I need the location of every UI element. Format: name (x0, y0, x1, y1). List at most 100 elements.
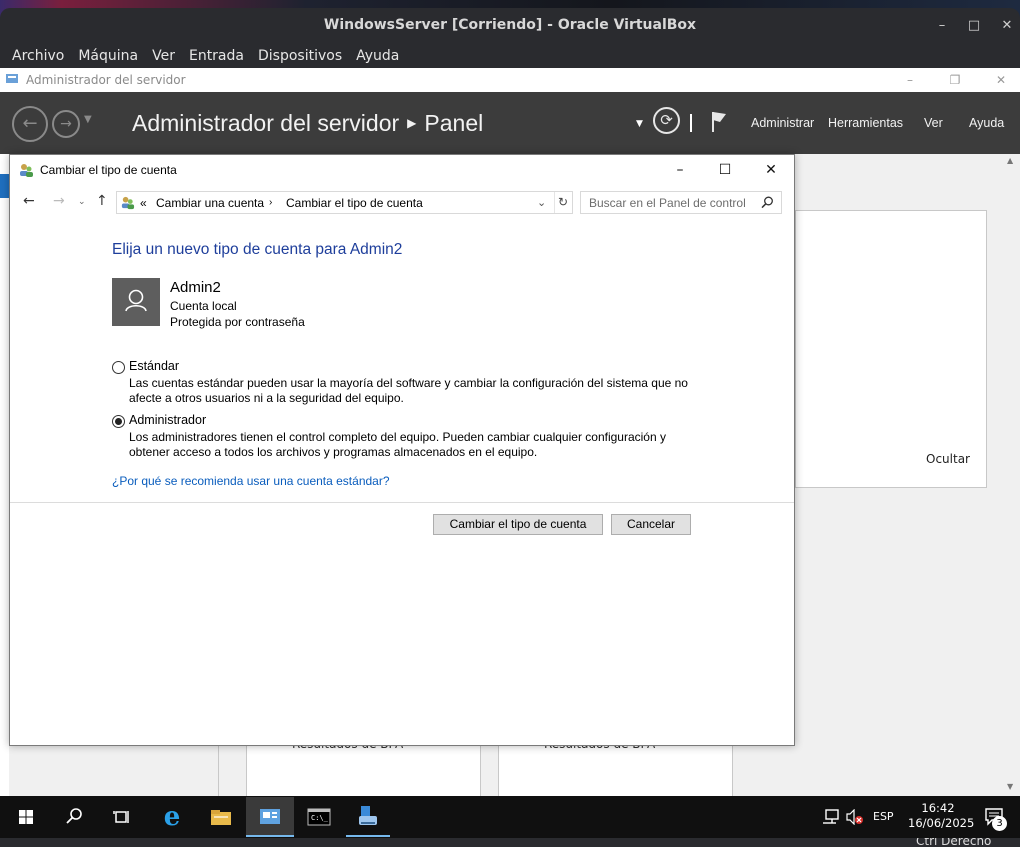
control-panel-search-input[interactable]: Buscar en el Panel de control (580, 191, 782, 214)
scroll-down-icon[interactable]: ▼ (1007, 782, 1013, 791)
sm-scrollbar[interactable]: ▲ ▼ (1003, 154, 1020, 796)
dialog-minimize-button[interactable]: – (668, 159, 692, 181)
address-bar[interactable]: « Cambiar una cuenta › Cambiar el tipo d… (116, 191, 573, 214)
taskbar-clock[interactable]: 16:42 16/06/2025 (908, 801, 974, 831)
forward-arrow-icon[interactable]: → (53, 193, 65, 209)
sm-left-nav (0, 154, 9, 796)
hide-link[interactable]: Ocultar (926, 452, 970, 466)
refresh-dropdown-icon[interactable]: ▼ (636, 119, 643, 129)
menu-herramientas[interactable]: Herramientas (828, 116, 903, 130)
why-standard-link[interactable]: ¿Por qué se recomienda usar una cuenta e… (112, 474, 390, 488)
ie-icon[interactable]: e (157, 802, 187, 832)
radio-administrator[interactable] (112, 415, 125, 428)
option-administrator-desc-line2: obtener acceso a todos los archivos y pr… (129, 445, 538, 459)
scroll-up-icon[interactable]: ▲ (1007, 156, 1013, 165)
address-crumb-change-type[interactable]: Cambiar el tipo de cuenta (286, 196, 423, 210)
address-divider (554, 192, 555, 213)
server-manager-header: ← → ▼ Administrador del servidor ▶ Panel ▼… (0, 92, 1020, 154)
dialog-heading: Elija un nuevo tipo de cuenta para Admin… (112, 241, 403, 258)
address-separator-icon: › (269, 197, 273, 208)
vbox-host-key: Ctrl Derecho (916, 838, 992, 847)
option-standard-desc-line1: Las cuentas estándar pueden usar la mayo… (129, 376, 688, 390)
change-account-type-button[interactable]: Cambiar el tipo de cuenta (433, 514, 603, 535)
account-status: Protegida por contraseña (170, 315, 305, 329)
vbox-statusbar: Ctrl Derecho (0, 838, 1020, 847)
server-manager-titlebar: Administrador del servidor – ❐ ✕ (0, 68, 1020, 92)
sm-nav-selected[interactable] (0, 174, 9, 198)
vbox-menubar: Archivo Máquina Ver Entrada Dispositivos Ayud… (0, 44, 1020, 68)
forward-arrow-icon[interactable]: → (52, 110, 80, 138)
welcome-panel (795, 210, 987, 488)
user-accounts-icon (20, 164, 33, 177)
server-manager-taskbar-button[interactable] (246, 797, 294, 837)
flag-icon[interactable] (710, 110, 728, 134)
change-account-type-dialog: Cambiar el tipo de cuenta – ☐ ✕ ← → ⌄ ↑ … (9, 154, 795, 746)
vbox-maximize-button[interactable]: □ (962, 14, 986, 38)
radio-standard[interactable] (112, 361, 125, 374)
search-icon[interactable] (761, 196, 774, 209)
search-placeholder: Buscar en el Panel de control (589, 196, 746, 210)
option-administrator-desc-line1: Los administradores tienen el control co… (129, 430, 666, 444)
user-avatar-icon (112, 278, 160, 326)
back-arrow-icon[interactable]: ← (12, 106, 48, 142)
address-overflow[interactable]: « (140, 196, 147, 210)
sm-breadcrumb: Administrador del servidor ▶ Panel (132, 110, 483, 137)
taskbar-time: 16:42 (921, 801, 955, 815)
breadcrumb-root[interactable]: Administrador del servidor (132, 110, 399, 136)
windows-taskbar: e C:\_ ESP 16:42 16/06/2025 3 (0, 796, 1020, 838)
server-manager-icon (6, 74, 18, 83)
dialog-address-row: ← → ⌄ ↑ « Cambiar una cuenta › Cambiar e… (10, 185, 794, 219)
breadcrumb-current: Panel (424, 110, 484, 136)
cmd-icon[interactable]: C:\_ (304, 802, 334, 832)
sm-minimize-button[interactable]: – (900, 70, 920, 90)
vbox-window-title: WindowsServer [Corriendo] - Oracle Virtu… (323, 17, 697, 33)
sm-restore-button[interactable]: ❐ (945, 70, 965, 90)
vbox-menu-ver[interactable]: Ver (145, 44, 182, 66)
server-manager-window-title: Administrador del servidor (26, 73, 186, 87)
refresh-icon[interactable]: ⟳ (653, 107, 680, 134)
server-manager-icon (260, 809, 280, 824)
vbox-menu-dispositivos[interactable]: Dispositivos (251, 44, 349, 66)
menu-ayuda[interactable]: Ayuda (969, 116, 1004, 130)
control-panel-icon (359, 806, 377, 825)
option-standard-desc-line2: afecte a otros usuarios ni a la segurida… (129, 391, 404, 405)
account-type: Cuenta local (170, 299, 237, 313)
dialog-title: Cambiar el tipo de cuenta (40, 163, 177, 177)
option-administrator-label[interactable]: Administrador (129, 413, 206, 427)
vbox-close-button[interactable]: ✕ (995, 14, 1019, 38)
dialog-titlebar: Cambiar el tipo de cuenta – ☐ ✕ (10, 155, 794, 185)
control-panel-taskbar-button[interactable] (346, 797, 390, 837)
breadcrumb-separator-icon: ▶ (407, 116, 417, 130)
vbox-menu-entrada[interactable]: Entrada (182, 44, 251, 66)
notification-badge: 3 (992, 816, 1007, 831)
option-standard-label[interactable]: Estándar (129, 359, 179, 373)
vbox-menu-maquina[interactable]: Máquina (71, 44, 145, 66)
volume-muted-icon[interactable] (846, 809, 864, 825)
vbox-menu-archivo[interactable]: Archivo (0, 44, 71, 66)
dialog-close-button[interactable]: ✕ (759, 159, 783, 181)
control-panel-icon (121, 196, 135, 210)
refresh-icon[interactable]: ↻ (558, 195, 568, 209)
up-arrow-icon[interactable]: ↑ (96, 193, 108, 209)
option-administrator-desc: Los administradores tienen el control co… (129, 430, 689, 460)
cancel-button[interactable]: Cancelar (611, 514, 691, 535)
file-explorer-icon[interactable] (206, 802, 236, 832)
sm-close-button[interactable]: ✕ (991, 70, 1011, 90)
menu-administrar[interactable]: Administrar (751, 116, 814, 130)
address-crumb-change-account[interactable]: Cambiar una cuenta (156, 196, 264, 210)
recent-pages-icon[interactable]: ⌄ (78, 197, 86, 207)
menu-ver[interactable]: Ver (924, 116, 943, 130)
vbox-minimize-button[interactable]: – (930, 14, 954, 38)
input-language[interactable]: ESP (873, 810, 894, 823)
search-icon[interactable] (59, 802, 89, 832)
option-standard-desc: Las cuentas estándar pueden usar la mayo… (129, 376, 689, 406)
dialog-maximize-button[interactable]: ☐ (713, 159, 737, 181)
vbox-menu-ayuda[interactable]: Ayuda (349, 44, 406, 66)
back-arrow-icon[interactable]: ← (23, 193, 35, 209)
address-dropdown-icon[interactable]: ⌄ (537, 196, 546, 209)
history-dropdown-icon[interactable]: ▼ (84, 114, 92, 125)
task-view-icon[interactable] (107, 802, 137, 832)
header-divider (690, 114, 692, 132)
network-icon[interactable] (822, 809, 840, 825)
windows-start-icon[interactable] (11, 802, 41, 832)
